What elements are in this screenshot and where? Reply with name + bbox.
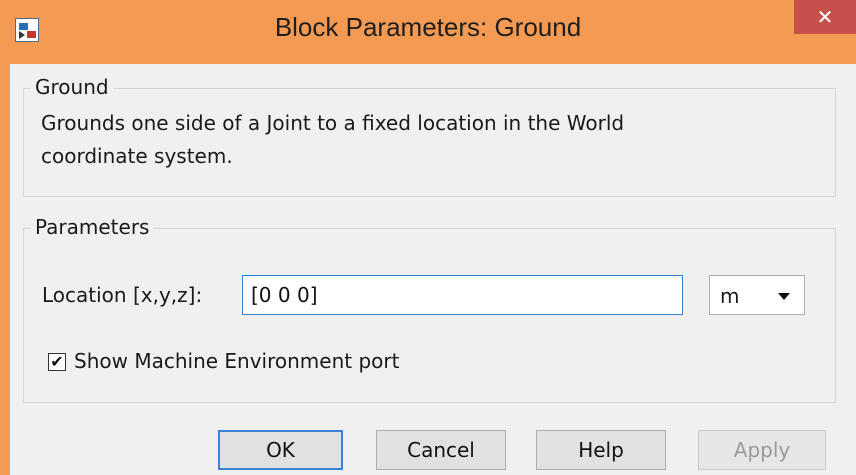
window-title: Block Parameters: Ground bbox=[274, 12, 582, 42]
description-line-2: coordinate system. bbox=[41, 144, 233, 168]
show-machine-env-label[interactable]: Show Machine Environment port bbox=[74, 349, 399, 373]
parameters-groupbox: Parameters Location [x,y,z]: m ✔ Show Ma… bbox=[23, 215, 836, 403]
dialog-content: Ground Grounds one side of a Joint to a … bbox=[10, 64, 856, 475]
parameters-group-title: Parameters bbox=[31, 215, 154, 239]
unit-value: m bbox=[720, 284, 740, 308]
help-button[interactable]: Help bbox=[536, 430, 666, 470]
ground-description: Grounds one side of a Joint to a fixed l… bbox=[41, 107, 624, 173]
cancel-button[interactable]: Cancel bbox=[376, 430, 506, 470]
ground-groupbox: Ground Grounds one side of a Joint to a … bbox=[23, 75, 836, 197]
location-input[interactable] bbox=[242, 275, 683, 315]
dialog-window: Block Parameters: Ground ✕ Ground Ground… bbox=[0, 0, 856, 475]
ground-group-title: Ground bbox=[31, 75, 113, 99]
apply-button: Apply bbox=[698, 430, 826, 470]
title-bar[interactable]: Block Parameters: Ground ✕ bbox=[0, 0, 856, 64]
show-machine-env-checkbox[interactable]: ✔ bbox=[48, 353, 66, 371]
chevron-down-icon bbox=[778, 293, 790, 300]
location-label: Location [x,y,z]: bbox=[42, 283, 203, 307]
close-button[interactable]: ✕ bbox=[794, 0, 856, 34]
unit-dropdown[interactable]: m bbox=[709, 275, 805, 315]
description-line-1: Grounds one side of a Joint to a fixed l… bbox=[41, 111, 625, 135]
ok-button[interactable]: OK bbox=[218, 430, 343, 470]
